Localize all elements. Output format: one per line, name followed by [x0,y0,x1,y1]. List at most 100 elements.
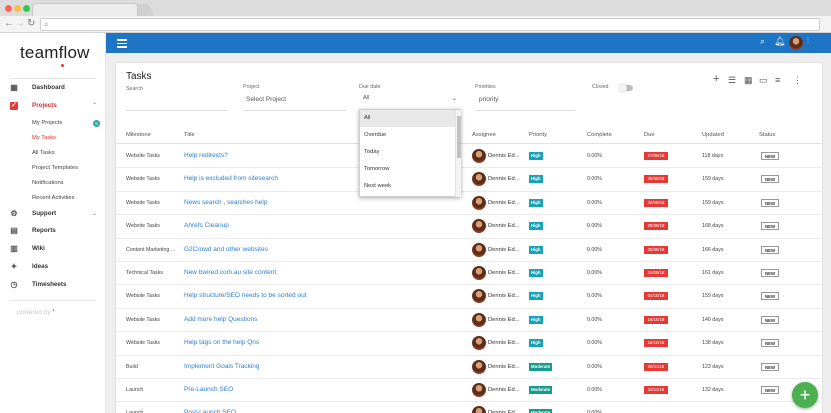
status-badge[interactable]: NEW [761,198,780,207]
table-row[interactable]: Technical Tasks New bwired.com.au site co… [116,262,822,286]
sidebar-item-ideas[interactable]: ✦ Ideas [0,259,106,275]
col-updated[interactable]: Updated [702,132,724,138]
menu-icon[interactable] [117,39,127,48]
task-title-link[interactable]: Pre-Launch SEO [184,386,233,393]
app-logo[interactable]: teamflow [20,43,90,63]
project-select[interactable]: Select Project [246,96,286,103]
maximize-window-icon[interactable] [23,5,30,12]
sidebar-subitem-project-templates[interactable]: Project Templates [32,163,78,173]
col-milestone[interactable]: Milestone [126,132,151,138]
chevron-down-icon[interactable]: ⌄ [452,95,457,102]
closed-toggle[interactable] [619,84,633,92]
assignee-name[interactable]: Dennis Ed... [488,387,520,393]
filter-icon[interactable]: ≡ [775,75,780,85]
browser-tab[interactable] [32,3,138,16]
task-title-link[interactable]: Help structure/SEO needs to be sorted ou… [184,292,306,299]
col-title[interactable]: Title [184,132,195,138]
list-view-icon[interactable]: ☰ [728,75,736,86]
voice-icon[interactable]: ⫶ [807,36,809,46]
table-row[interactable]: Website Tasks Help tags on the help Qns De… [116,332,822,356]
assignee-name[interactable]: Dennis Ed... [488,364,520,370]
task-title-link[interactable]: Post-Launch SEO [184,409,236,413]
table-row[interactable]: Website Tasks Add more help Questions Denn… [116,309,822,333]
table-row[interactable]: LaunchPost-Launch SEODennis Ed...Moderat… [116,402,822,413]
chevron-down-icon[interactable]: ⌄ [92,206,97,222]
table-row[interactable]: Website Tasks News search , searches help… [116,192,822,216]
sidebar-subitem-my-projects[interactable]: My Projects [32,118,62,128]
table-row[interactable]: Website Tasks Help structure/SEO needs to… [116,285,822,309]
table-row[interactable]: Website Tasks Help redirects? Dennis Ed...… [116,145,822,169]
due-date-select[interactable]: All [363,95,369,101]
search-icon[interactable]: ⌕ [760,36,765,47]
assignee-name[interactable]: Dennis Ed... [488,270,520,276]
sidebar-item-reports[interactable]: ▤ Reports [0,223,106,239]
task-title-link[interactable]: Help tags on the help Qns [184,339,259,346]
sidebar-subitem-recent-activities[interactable]: Recent Activities [32,193,75,203]
assignee-name[interactable]: Dennis Ed... [488,247,520,253]
col-status[interactable]: Status [759,132,775,138]
table-row[interactable]: Website Tasks Ahrefs Cleanup Dennis Ed... H… [116,215,822,239]
task-title-link[interactable]: News search , searches help [184,199,267,206]
sidebar-item-wiki[interactable]: ▥ Wiki [0,241,106,257]
arrow-left-icon[interactable]: ← [4,17,14,31]
status-badge[interactable]: NEW [761,362,780,371]
task-title-link[interactable]: Add more help Questions [184,316,257,323]
status-badge[interactable]: NEW [761,245,780,254]
col-priority[interactable]: Priority [529,132,547,138]
col-due[interactable]: Due [644,132,655,138]
chevron-up-icon[interactable]: ⌃ [92,98,97,114]
task-title-link[interactable]: New bwired.com.au site content [184,269,276,276]
dropdown-option-next-week[interactable]: Next week [360,178,455,195]
task-title-link[interactable]: Implement Goals Tracking [184,363,260,370]
close-window-icon[interactable] [5,5,12,12]
search-input[interactable] [126,110,228,111]
status-badge[interactable]: NEW [761,315,780,324]
table-row[interactable]: Launch Pre-Launch SEO Dennis Ed... Moderate… [116,379,822,403]
add-task-fab[interactable]: + [792,382,818,408]
sidebar-item-timesheets[interactable]: ◷ Timesheets [0,277,106,293]
address-bar[interactable]: ⌕ [40,18,820,31]
sidebar-item-support[interactable]: ⚙ Support ⌄ [0,206,106,222]
assignee-name[interactable]: Dennis Ed... [488,340,520,346]
calendar-icon[interactable]: ▭ [759,75,768,86]
task-title-link[interactable]: Help redirects? [184,152,228,159]
dropdown-option-today[interactable]: Today [360,144,455,161]
sidebar-item-projects[interactable]: ✓ Projects ⌃ [0,98,106,114]
sidebar-subitem-all-tasks[interactable]: All Tasks [32,148,55,158]
status-badge[interactable]: NEW [761,339,780,348]
table-row[interactable]: Content Marketing ... G2Crowd and other w… [116,239,822,262]
task-title-link[interactable]: G2Crowd and other websites [184,246,268,253]
dropdown-option-all[interactable]: All [360,110,455,127]
status-badge[interactable]: NEW [761,175,780,184]
task-title-link[interactable]: Help is excluded from sitesearch [184,175,278,182]
scrollbar-thumb[interactable] [457,116,461,158]
priorities-select[interactable]: priority [479,96,499,103]
dropdown-scrollbar[interactable] [455,110,461,197]
assignee-name[interactable]: Dennis Ed... [488,223,520,229]
status-badge[interactable]: NEW [761,152,780,160]
minimize-window-icon[interactable] [14,5,21,12]
status-badge[interactable]: NEW [761,269,780,277]
status-badge[interactable]: NEW [761,292,780,301]
assignee-name[interactable]: Dennis Ed... [488,176,520,182]
dropdown-option-overdue[interactable]: Overdue [360,127,455,144]
arrow-right-icon[interactable]: → [15,17,25,31]
sidebar-item-dashboard[interactable]: ▦ Dashboard [0,80,106,96]
user-avatar[interactable] [789,36,803,50]
task-title-link[interactable]: Ahrefs Cleanup [184,222,229,229]
status-badge[interactable]: NEW [761,386,780,394]
more-vert-icon[interactable]: ⋮ [793,75,802,86]
sidebar-subitem-notifications[interactable]: Notifications [32,178,64,188]
assignee-name[interactable]: Dennis Ed... [488,153,520,159]
status-badge[interactable]: NEW [761,222,780,231]
dropdown-option-tomorrow[interactable]: Tomorrow [360,161,455,178]
table-row[interactable]: Website Tasks Help is excluded from sites… [116,168,822,192]
plus-icon[interactable]: + [713,73,719,85]
bell-icon[interactable]: 🔔︎ [774,36,785,47]
sidebar-subitem-my-tasks[interactable]: My Tasks [32,133,56,143]
table-row[interactable]: Build Implement Goals Tracking Dennis Ed..… [116,356,822,379]
col-complete[interactable]: Complete [587,132,612,138]
assignee-name[interactable]: Dennis Ed... [488,317,520,323]
col-assignee[interactable]: Assignee [472,132,496,138]
grid-view-icon[interactable]: ▦ [744,75,753,86]
